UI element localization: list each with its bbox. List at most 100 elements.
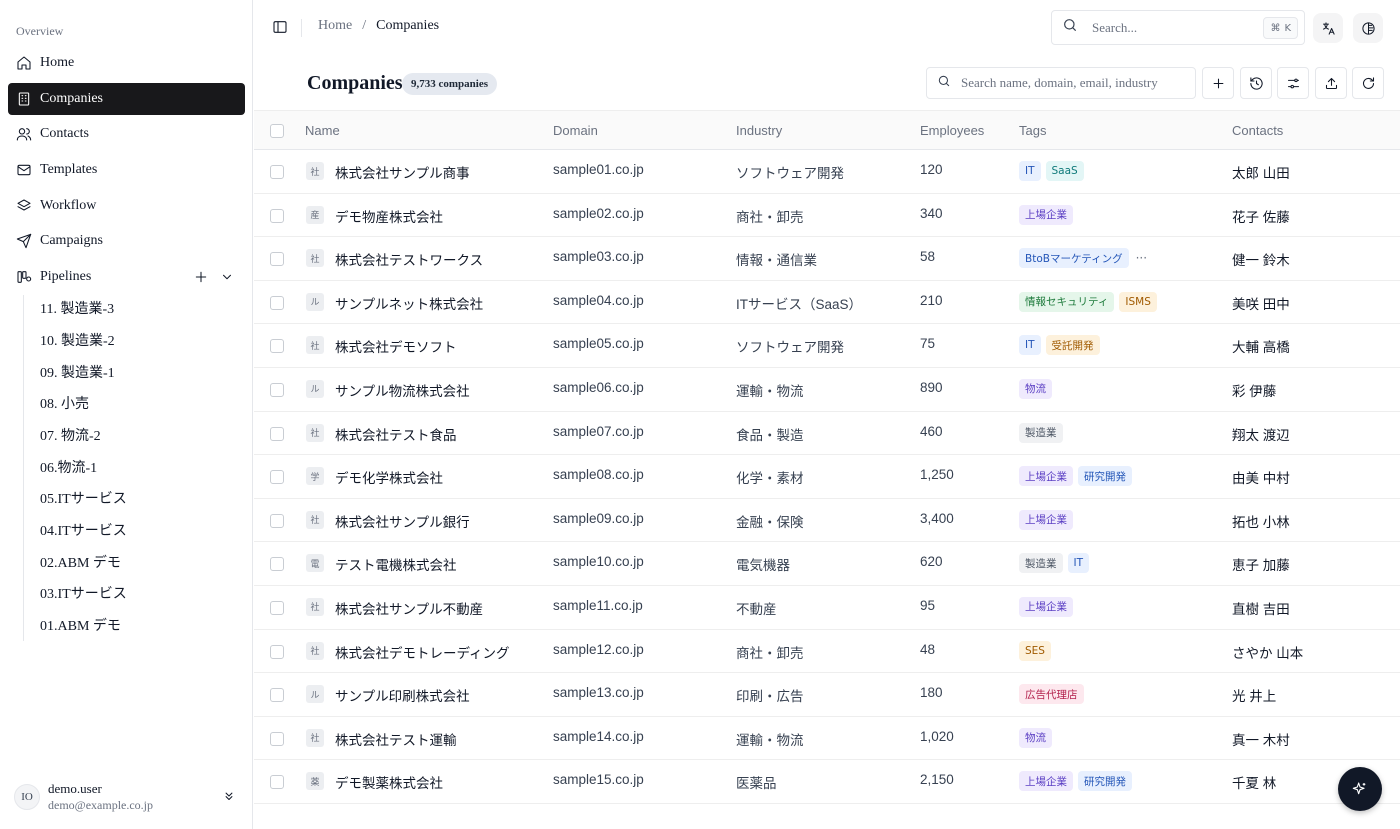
row-checkbox[interactable] <box>270 382 284 397</box>
company-search-input[interactable] <box>961 75 1191 91</box>
row-checkbox[interactable] <box>270 339 284 354</box>
sidebar-item-workflow[interactable]: Workflow <box>8 190 245 222</box>
row-checkbox[interactable] <box>270 208 284 223</box>
company-contact[interactable]: 拓也 小林 <box>1232 511 1290 531</box>
sidebar-item-home[interactable]: Home <box>8 47 245 79</box>
table-search[interactable] <box>926 67 1196 99</box>
sidebar-item-campaigns[interactable]: Campaigns <box>8 225 245 257</box>
company-name[interactable]: 株式会社デモトレーディング <box>335 642 510 662</box>
company-name[interactable]: デモ製薬株式会社 <box>335 772 443 792</box>
user-menu[interactable]: IO demo.user demo@example.co.jp <box>14 778 244 816</box>
company-name[interactable]: サンプル物流株式会社 <box>335 380 470 400</box>
company-contact[interactable]: 太郎 山田 <box>1232 162 1290 182</box>
row-checkbox[interactable] <box>270 557 284 572</box>
breadcrumb-home[interactable]: Home <box>318 18 352 34</box>
pipeline-item[interactable]: 01.ABM デモ <box>32 611 242 639</box>
company-contact[interactable]: 直樹 吉田 <box>1232 598 1290 618</box>
table-row[interactable]: 社株式会社サンプル不動産 sample11.co.jp 不動産 95 上場企業 直樹 吉田 <box>254 586 1400 630</box>
table-row[interactable]: ルサンプルネット株式会社 sample04.co.jp ITサービス（SaaS） 21… <box>254 281 1400 325</box>
more-tags-icon[interactable]: ··· <box>1136 251 1147 265</box>
language-icon[interactable] <box>1313 13 1343 43</box>
table-row[interactable]: 社株式会社サンプル商事 sample01.co.jp ソフトウェア開発 120 IT Sa… <box>254 150 1400 194</box>
global-search[interactable]: ⌘ K <box>1051 10 1305 45</box>
sidebar-item-companies[interactable]: Companies <box>8 83 245 115</box>
row-checkbox[interactable] <box>270 644 284 659</box>
table-row[interactable]: 産デモ物産株式会社 sample02.co.jp 商社・卸売 340 上場企業 花子 佐藤 <box>254 194 1400 238</box>
global-search-input[interactable] <box>1092 19 1252 36</box>
table-row[interactable]: 学デモ化学株式会社 sample08.co.jp 化学・素材 1,250 上場企業 研究開… <box>254 455 1400 499</box>
table-row[interactable]: 薬デモ製薬株式会社 sample15.co.jp 医薬品 2,150 上場企業 研究開発 千… <box>254 760 1400 804</box>
row-checkbox[interactable] <box>270 775 284 790</box>
company-contact[interactable]: 千夏 林 <box>1232 772 1276 792</box>
table-row[interactable]: 社株式会社デモトレーディング sample12.co.jp 商社・卸売 48 SES さや… <box>254 630 1400 674</box>
company-name[interactable]: サンプル印刷株式会社 <box>335 685 470 705</box>
table-row[interactable]: 社株式会社テスト運輸 sample14.co.jp 運輸・物流 1,020 物流 真一 木… <box>254 717 1400 761</box>
table-row[interactable]: 電テスト電機株式会社 sample10.co.jp 電気機器 620 製造業 IT 恵子 加… <box>254 542 1400 586</box>
column-header-name[interactable]: Name <box>305 123 340 138</box>
filter-button[interactable] <box>1277 67 1309 99</box>
row-checkbox[interactable] <box>270 731 284 746</box>
column-header-domain[interactable]: Domain <box>553 123 598 138</box>
company-contact[interactable]: 美咲 田中 <box>1232 293 1290 313</box>
add-pipeline-icon[interactable] <box>193 269 209 285</box>
company-name[interactable]: 株式会社サンプル銀行 <box>335 511 470 531</box>
row-checkbox[interactable] <box>270 295 284 310</box>
company-name[interactable]: 株式会社テストワークス <box>335 249 483 269</box>
row-checkbox[interactable] <box>270 426 284 441</box>
refresh-button[interactable] <box>1352 67 1384 99</box>
pipeline-item[interactable]: 10. 製造業-2 <box>32 326 242 354</box>
history-button[interactable] <box>1240 67 1272 99</box>
pipeline-item[interactable]: 05.ITサービス <box>32 484 242 512</box>
row-checkbox[interactable] <box>270 688 284 703</box>
row-checkbox[interactable] <box>270 513 284 528</box>
table-row[interactable]: ルサンプル印刷株式会社 sample13.co.jp 印刷・広告 180 広告代理店 光 … <box>254 673 1400 717</box>
company-name[interactable]: 株式会社サンプル商事 <box>335 162 470 182</box>
row-checkbox[interactable] <box>270 600 284 615</box>
column-header-contacts[interactable]: Contacts <box>1232 123 1283 138</box>
company-name[interactable]: 株式会社サンプル不動産 <box>335 598 483 618</box>
column-header-employees[interactable]: Employees <box>920 123 984 138</box>
table-row[interactable]: 社株式会社テスト食品 sample07.co.jp 食品・製造 460 製造業 翔太 渡辺 <box>254 412 1400 456</box>
company-contact[interactable]: 真一 木村 <box>1232 729 1290 749</box>
pipeline-item[interactable]: 08. 小売 <box>32 389 242 417</box>
theme-toggle-icon[interactable] <box>1353 13 1383 43</box>
pipeline-item[interactable]: 11. 製造業-3 <box>32 294 242 322</box>
sidebar-item-pipelines[interactable]: Pipelines <box>8 261 245 293</box>
table-row[interactable]: 社株式会社サンプル銀行 sample09.co.jp 金融・保険 3,400 上場企業 拓… <box>254 499 1400 543</box>
column-header-industry[interactable]: Industry <box>736 123 782 138</box>
chevron-down-icon[interactable] <box>219 269 235 285</box>
company-contact[interactable]: 由美 中村 <box>1232 467 1290 487</box>
pipeline-item[interactable]: 09. 製造業-1 <box>32 358 242 386</box>
pipeline-item[interactable]: 04.ITサービス <box>32 516 242 544</box>
company-contact[interactable]: 花子 佐藤 <box>1232 206 1290 226</box>
company-contact[interactable]: 恵子 加藤 <box>1232 554 1290 574</box>
company-name[interactable]: サンプルネット株式会社 <box>335 293 483 313</box>
company-contact[interactable]: さやか 山本 <box>1232 642 1303 662</box>
pipeline-item[interactable]: 02.ABM デモ <box>32 548 242 576</box>
row-checkbox[interactable] <box>270 252 284 267</box>
company-name[interactable]: 株式会社テスト運輸 <box>335 729 457 749</box>
select-all-checkbox[interactable] <box>270 124 284 138</box>
company-name[interactable]: デモ物産株式会社 <box>335 206 443 226</box>
company-name[interactable]: 株式会社デモソフト <box>335 336 457 356</box>
company-name[interactable]: 株式会社テスト食品 <box>335 424 457 444</box>
ai-assistant-button[interactable] <box>1338 767 1382 811</box>
company-contact[interactable]: 翔太 渡辺 <box>1232 424 1290 444</box>
sidebar-item-templates[interactable]: Templates <box>8 154 245 186</box>
company-contact[interactable]: 光 井上 <box>1232 685 1276 705</box>
pipeline-item[interactable]: 03.ITサービス <box>32 579 242 607</box>
company-contact[interactable]: 彩 伊藤 <box>1232 380 1276 400</box>
pipeline-item[interactable]: 07. 物流-2 <box>32 421 242 449</box>
pipeline-item[interactable]: 06.物流-1 <box>32 453 242 481</box>
table-row[interactable]: 社株式会社デモソフト sample05.co.jp ソフトウェア開発 75 IT 受託開発… <box>254 324 1400 368</box>
add-company-button[interactable] <box>1202 67 1234 99</box>
sidebar-item-contacts[interactable]: Contacts <box>8 118 245 150</box>
export-button[interactable] <box>1315 67 1347 99</box>
row-checkbox[interactable] <box>270 470 284 485</box>
table-row[interactable]: 社株式会社テストワークス sample03.co.jp 情報・通信業 58 BtoBマー… <box>254 237 1400 281</box>
chevrons-up-down-icon[interactable] <box>222 789 236 803</box>
company-name[interactable]: テスト電機株式会社 <box>335 554 457 574</box>
row-checkbox[interactable] <box>270 165 284 179</box>
column-header-tags[interactable]: Tags <box>1019 123 1046 138</box>
company-contact[interactable]: 大輔 高橋 <box>1232 336 1290 356</box>
